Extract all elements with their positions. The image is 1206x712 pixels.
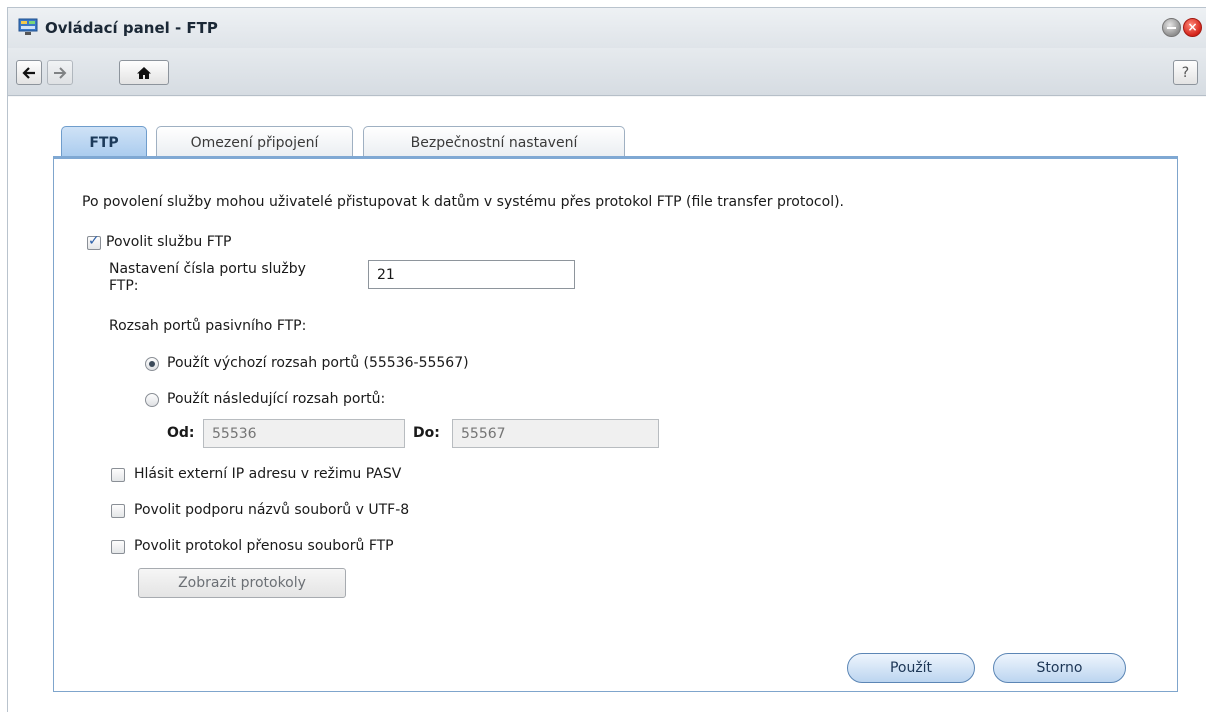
control-panel-icon: [18, 18, 38, 35]
tab-connection-limits[interactable]: Omezení připojení: [156, 126, 353, 158]
default-range-label: Použít výchozí rozsah portů (55536-55567…: [167, 355, 469, 371]
pasv-external-ip-checkbox[interactable]: [111, 468, 125, 482]
arrow-left-icon: [22, 66, 35, 79]
ftp-settings-panel: Po povolení služby mohou uživatelé přist…: [53, 156, 1178, 692]
home-button[interactable]: [119, 60, 169, 85]
to-label: Do:: [413, 425, 440, 441]
pasv-external-ip-label: Hlásit externí IP adresu v režimu PASV: [134, 466, 402, 482]
default-range-radio[interactable]: [145, 357, 159, 371]
tab-security-settings[interactable]: Bezpečnostní nastavení: [363, 126, 625, 158]
custom-range-label: Použít následující rozsah portů:: [167, 391, 386, 407]
arrow-right-icon: [54, 66, 67, 79]
minimize-icon[interactable]: [1162, 18, 1181, 37]
enable-ftp-label: Povolit službu FTP: [106, 234, 232, 250]
apply-button[interactable]: Použít: [847, 653, 975, 683]
tab-ftp[interactable]: FTP: [61, 126, 147, 158]
toolbar: ?: [8, 48, 1206, 96]
from-label: Od:: [167, 425, 195, 441]
port-label-line1: Nastavení čísla portu služby: [109, 261, 306, 277]
show-logs-button[interactable]: Zobrazit protokoly: [138, 568, 346, 598]
custom-range-radio[interactable]: [145, 393, 159, 407]
close-icon[interactable]: ×: [1183, 18, 1202, 37]
ftp-description: Po povolení služby mohou uživatelé přist…: [82, 194, 844, 210]
utf8-support-checkbox[interactable]: [111, 504, 125, 518]
port-label: Nastavení čísla portu služby FTP:: [109, 261, 306, 295]
transfer-log-checkbox[interactable]: [111, 540, 125, 554]
utf8-support-label: Povolit podporu názvů souborů v UTF-8: [134, 502, 410, 518]
window-title: Ovládací panel - FTP: [45, 19, 218, 37]
back-button[interactable]: [16, 60, 42, 85]
cancel-button[interactable]: Storno: [993, 653, 1126, 683]
enable-ftp-checkbox[interactable]: [87, 233, 101, 250]
content-area: FTP Omezení připojení Bezpečnostní nasta…: [8, 97, 1206, 712]
port-label-line2: FTP:: [109, 278, 139, 294]
passive-range-label: Rozsah portů pasivního FTP:: [109, 318, 307, 334]
transfer-log-label: Povolit protokol přenosu souborů FTP: [134, 538, 394, 554]
range-to-input[interactable]: [452, 419, 659, 448]
title-bar: Ovládací panel - FTP ×: [8, 8, 1206, 48]
help-button[interactable]: ?: [1173, 60, 1198, 85]
forward-button[interactable]: [47, 60, 73, 85]
home-icon: [137, 66, 151, 79]
range-from-input[interactable]: [203, 419, 405, 448]
control-panel-window: Ovládací panel - FTP × ? FTP Omezení při…: [7, 7, 1206, 712]
ftp-port-input[interactable]: [368, 260, 575, 289]
